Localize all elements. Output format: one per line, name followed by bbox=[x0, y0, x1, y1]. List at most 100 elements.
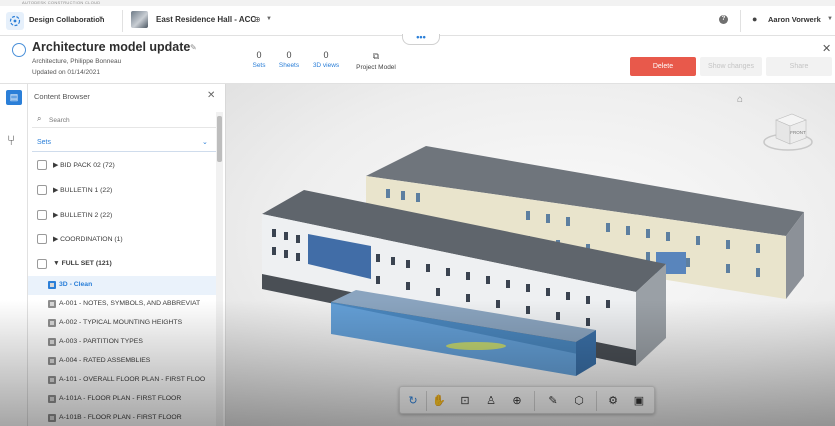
project-model-label: Project Model bbox=[356, 64, 396, 71]
more-options-tab[interactable]: ••• bbox=[402, 33, 440, 45]
sheet-icon bbox=[48, 338, 56, 346]
header-divider bbox=[740, 10, 741, 32]
stat-label: Sheets bbox=[278, 62, 300, 69]
set-label[interactable]: ▶ BID PACK 02 (72) bbox=[53, 161, 115, 169]
brand-strip-label: AUTODESK CONSTRUCTION CLOUD bbox=[22, 0, 101, 5]
edit-icon[interactable]: ✎ bbox=[190, 43, 197, 52]
home-icon[interactable]: ⌂ bbox=[737, 94, 743, 105]
toolbar-divider bbox=[596, 391, 597, 411]
sets-dropdown[interactable]: Sets ⌄ bbox=[32, 134, 216, 152]
set-label[interactable]: ▶ COORDINATION (1) bbox=[53, 235, 123, 243]
viewcube[interactable]: FRONT bbox=[762, 106, 814, 154]
close-icon[interactable]: ✕ bbox=[822, 42, 831, 55]
viewer-toolbar: ↻ ✋ ⊡ ♙ ⊕ ✎ ⬡ ⚙ ▣ bbox=[399, 386, 655, 414]
sheet-icon bbox=[48, 376, 56, 384]
sheet-icon bbox=[48, 395, 56, 403]
toolbar-divider bbox=[534, 391, 535, 411]
stat-count: 0 bbox=[286, 50, 292, 60]
project-thumbnail[interactable] bbox=[131, 11, 148, 28]
project-switcher-caret-icon[interactable]: ▼ bbox=[266, 16, 272, 22]
fit-view-icon[interactable]: ⊡ bbox=[456, 392, 474, 410]
user-icon[interactable]: ● bbox=[752, 14, 757, 24]
share-button[interactable]: Share bbox=[766, 57, 832, 76]
sheet-icon bbox=[48, 319, 56, 327]
stat-label: 3D views bbox=[312, 62, 340, 69]
sheet-item[interactable]: A-101 - OVERALL FLOOR PLAN - FIRST FLOO bbox=[28, 371, 216, 390]
set-item[interactable]: ▶ BULLETIN 1 (22) bbox=[28, 179, 216, 201]
app-name[interactable]: Design Collaboration bbox=[29, 15, 104, 24]
show-changes-button[interactable]: Show changes bbox=[700, 57, 762, 76]
chevron-down-icon: ⌄ bbox=[202, 139, 208, 146]
sheet-item[interactable]: A-001 - NOTES, SYMBOLS, AND ABBREVIAT bbox=[28, 295, 216, 314]
stat-count: 0 bbox=[256, 50, 262, 60]
set-label[interactable]: ▶ BULLETIN 1 (22) bbox=[53, 186, 112, 194]
sheet-label[interactable]: A-101 - OVERALL FLOOR PLAN - FIRST FLOO bbox=[59, 376, 205, 383]
set-item[interactable]: ▶ BULLETIN 2 (22) bbox=[28, 204, 216, 226]
set-label[interactable]: ▶ BULLETIN 2 (22) bbox=[53, 211, 112, 219]
compare-versions-icon[interactable]: ⑂ bbox=[7, 132, 15, 148]
properties-icon[interactable]: ▣ bbox=[630, 392, 648, 410]
stat-sets[interactable]: 0 Sets bbox=[244, 50, 274, 69]
set-item[interactable]: ▶ COORDINATION (1) bbox=[28, 228, 216, 250]
panel-title: Content Browser bbox=[34, 92, 90, 101]
delete-button[interactable]: Delete bbox=[630, 57, 696, 76]
building-model[interactable] bbox=[226, 84, 835, 426]
sheet-icon bbox=[48, 300, 56, 308]
explode-icon[interactable]: ⬡ bbox=[570, 392, 588, 410]
cube-icon: ⧉ bbox=[372, 51, 380, 61]
package-status-icon bbox=[12, 43, 26, 57]
scrollbar-thumb[interactable] bbox=[217, 116, 222, 162]
set-checkbox[interactable] bbox=[37, 210, 47, 220]
pan-icon[interactable]: ✋ bbox=[430, 392, 448, 410]
sheet-item[interactable]: A-003 - PARTITION TYPES bbox=[28, 333, 216, 352]
stat-count: 0 bbox=[323, 50, 329, 60]
zoom-window-icon[interactable]: ⊕ bbox=[508, 392, 526, 410]
sheet-item[interactable]: A-101A - FLOOR PLAN - FIRST FLOOR bbox=[28, 390, 216, 409]
measure-icon[interactable]: ✎ bbox=[544, 392, 562, 410]
3d-view-icon bbox=[48, 281, 56, 289]
sheet-label[interactable]: A-004 - RATED ASSEMBLIES bbox=[59, 357, 150, 364]
sheet-label[interactable]: A-003 - PARTITION TYPES bbox=[59, 338, 143, 345]
close-icon[interactable]: ✕ bbox=[207, 90, 215, 101]
sheet-item-active[interactable]: 3D - Clean bbox=[28, 276, 216, 295]
sheet-label[interactable]: 3D - Clean bbox=[59, 281, 92, 288]
app-switcher-caret-icon[interactable]: ▼ bbox=[98, 16, 104, 22]
help-icon[interactable]: ? bbox=[719, 15, 728, 24]
sheet-item[interactable]: A-002 - TYPICAL MOUNTING HEIGHTS bbox=[28, 314, 216, 333]
stat-sheets[interactable]: 0 Sheets bbox=[274, 50, 304, 69]
set-checkbox[interactable] bbox=[37, 160, 47, 170]
package-header: Architecture model update ✎ Architecture… bbox=[0, 33, 835, 84]
stat-label: Sets bbox=[252, 62, 266, 69]
panel-scrollbar[interactable] bbox=[216, 112, 223, 426]
project-name[interactable]: East Residence Hall - ACC bbox=[156, 15, 256, 24]
walk-icon[interactable]: ♙ bbox=[482, 392, 500, 410]
orbit-icon[interactable]: ↻ bbox=[404, 392, 422, 410]
sheet-item[interactable]: A-101B - FLOOR PLAN - FIRST FLOOR bbox=[28, 409, 216, 426]
settings-icon[interactable]: ⚙ bbox=[604, 392, 622, 410]
stat-3d-views[interactable]: 0 3D views bbox=[311, 50, 341, 69]
user-menu-caret-icon[interactable]: ▼ bbox=[827, 16, 833, 22]
search-input[interactable] bbox=[49, 114, 209, 126]
sheet-label[interactable]: A-101B - FLOOR PLAN - FIRST FLOOR bbox=[59, 414, 182, 421]
sheet-label[interactable]: A-002 - TYPICAL MOUNTING HEIGHTS bbox=[59, 319, 182, 326]
model-viewer[interactable]: ⌂ FRONT ↻ ✋ ⊡ ♙ ⊕ ✎ ⬡ ⚙ ▣ bbox=[226, 84, 835, 426]
user-name[interactable]: Aaron Vorwerk bbox=[768, 15, 821, 24]
set-checkbox[interactable] bbox=[37, 234, 47, 244]
set-label[interactable]: ▼ FULL SET (121) bbox=[53, 260, 112, 267]
search-box: ⌕ bbox=[32, 112, 216, 128]
set-item-expanded[interactable]: ▼ FULL SET (121) bbox=[28, 253, 216, 275]
search-icon: ⌕ bbox=[37, 114, 42, 123]
set-checkbox[interactable] bbox=[37, 259, 47, 269]
app-logo-icon[interactable] bbox=[6, 12, 24, 30]
sheet-item[interactable]: A-004 - RATED ASSEMBLIES bbox=[28, 352, 216, 371]
set-checkbox[interactable] bbox=[37, 185, 47, 195]
set-item[interactable]: ▶ BID PACK 02 (72) bbox=[28, 154, 216, 176]
header-divider bbox=[122, 10, 123, 32]
content-browser-icon[interactable]: ▤ bbox=[6, 90, 22, 105]
sheet-label[interactable]: A-101A - FLOOR PLAN - FIRST FLOOR bbox=[59, 395, 181, 402]
globe-icon: ⊕ bbox=[254, 15, 261, 24]
sheet-icon bbox=[48, 357, 56, 365]
sets-dropdown-label: Sets bbox=[37, 139, 52, 146]
project-model-button[interactable]: ⧉ Project Model bbox=[350, 51, 402, 71]
sheet-label[interactable]: A-001 - NOTES, SYMBOLS, AND ABBREVIAT bbox=[59, 300, 200, 307]
